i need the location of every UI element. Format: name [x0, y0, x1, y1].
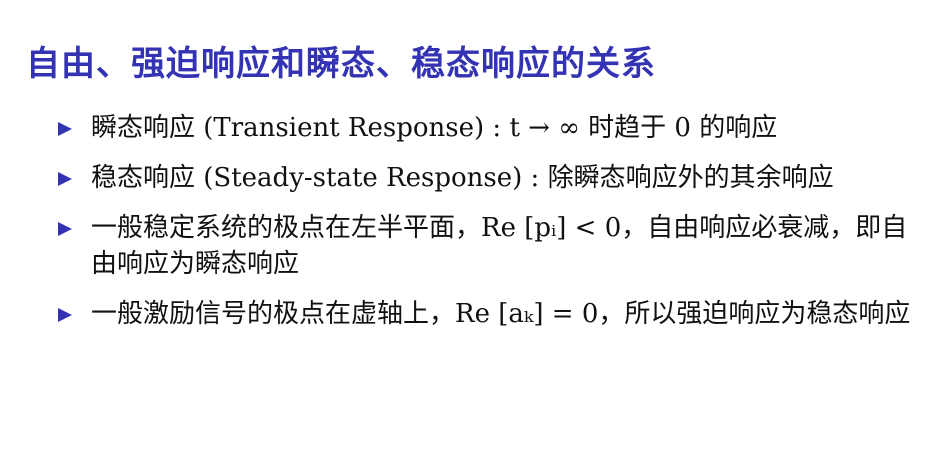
- bullet-list: 瞬态响应 (Transient Response) : t → ∞ 时趋于 0 …: [58, 110, 918, 346]
- list-item: 瞬态响应 (Transient Response) : t → ∞ 时趋于 0 …: [58, 110, 918, 146]
- list-item: 一般稳定系统的极点在左半平面，Re [pᵢ] < 0，自由响应必衰减，即自由响应…: [58, 210, 918, 282]
- list-item-text: 一般稳定系统的极点在左半平面，Re [pᵢ] < 0，自由响应必衰减，即自由响应…: [91, 213, 908, 279]
- list-item: 稳态响应 (Steady-state Response) : 除瞬态响应外的其余…: [58, 160, 918, 196]
- list-item: 一般激励信号的极点在虚轴上，Re [aₖ] = 0，所以强迫响应为稳态响应: [58, 296, 918, 332]
- triangle-bullet-icon: [58, 172, 72, 186]
- slide: 自由、强迫响应和瞬态、稳态响应的关系 瞬态响应 (Transient Respo…: [0, 0, 937, 475]
- list-item-text: 一般激励信号的极点在虚轴上，Re [aₖ] = 0，所以强迫响应为稳态响应: [91, 299, 911, 329]
- triangle-bullet-icon: [58, 308, 72, 322]
- list-item-text: 稳态响应 (Steady-state Response) : 除瞬态响应外的其余…: [91, 163, 834, 193]
- slide-title: 自由、强迫响应和瞬态、稳态响应的关系: [26, 44, 656, 84]
- list-item-text: 瞬态响应 (Transient Response) : t → ∞ 时趋于 0 …: [91, 113, 778, 143]
- triangle-bullet-icon: [58, 222, 72, 236]
- triangle-bullet-icon: [58, 122, 72, 136]
